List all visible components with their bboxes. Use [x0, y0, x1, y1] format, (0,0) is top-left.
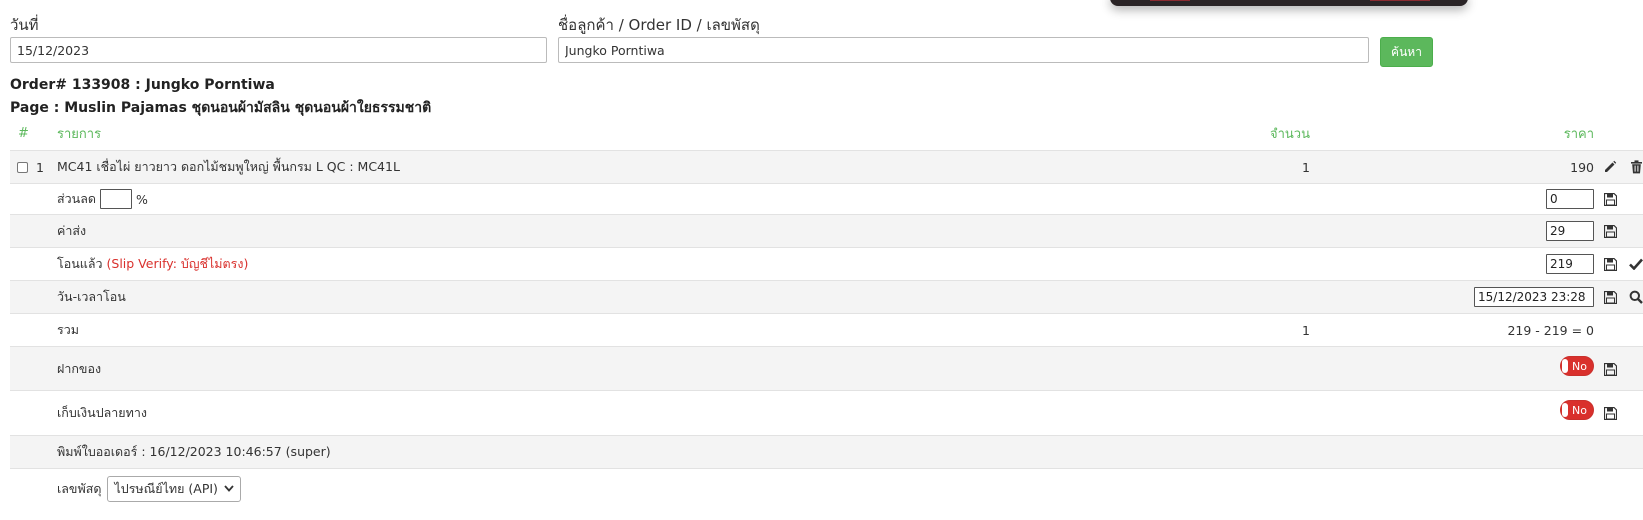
save-icon[interactable]: [1602, 223, 1618, 239]
item-qty: 1: [1302, 159, 1310, 175]
tracking-cell: เลขพัสดุ ไปรษณีย์ไทย (API): [57, 469, 241, 508]
col-price-header: ราคา: [1563, 126, 1594, 142]
transfer-cell: โอนแล้ว (Slip Verify: บัญชีไม่ตรง): [57, 248, 248, 280]
save-icon[interactable]: [1602, 289, 1618, 305]
transfer-time-input[interactable]: [1474, 287, 1594, 307]
search-button[interactable]: ค้นหา: [1380, 37, 1433, 67]
deposit-toggle-text: No: [1572, 359, 1587, 373]
save-icon[interactable]: [1602, 191, 1618, 207]
overlay-thumbnail: [1110, 0, 1468, 6]
table-row-transfer-time: วัน-เวลาโอน: [10, 280, 1643, 313]
chevron-down-icon: [224, 485, 234, 492]
transfer-amount-cell: [1470, 248, 1594, 280]
item-price: 190: [1570, 159, 1594, 175]
discount-amount-input[interactable]: [1546, 189, 1594, 209]
carrier-select[interactable]: ไปรษณีย์ไทย (API): [107, 475, 241, 502]
item-select[interactable]: 1: [17, 151, 44, 183]
table-row-item: 1 MC41 เชื่อไผ่ ยาวยาว ดอกไม้ชมพูใหญ่ พื…: [10, 150, 1643, 183]
transfer-time-label: วัน-เวลาโอน: [57, 289, 126, 304]
table-row-printed: พิมพ์ใบออเดอร์ : 16/12/2023 10:46:57 (su…: [10, 435, 1643, 468]
col-qty-header: จำนวน: [1270, 126, 1310, 142]
overlay-accent: [1370, 0, 1430, 1]
item-checkbox[interactable]: [17, 161, 28, 173]
deposit-label: ฝากของ: [57, 360, 102, 376]
discount-percent-input[interactable]: [99, 189, 132, 209]
discount-cell: ส่วนลด %: [57, 184, 148, 214]
table-row-transfer: โอนแล้ว (Slip Verify: บัญชีไม่ตรง): [10, 247, 1643, 280]
col-item-header: รายการ: [57, 126, 102, 142]
save-icon[interactable]: [1602, 405, 1618, 421]
transfer-time-cell: [1410, 281, 1594, 313]
toggle-knob: [1562, 359, 1568, 373]
table-row-total: รวม 1 219 - 219 = 0: [10, 313, 1643, 346]
cod-toggle[interactable]: No: [1560, 400, 1594, 420]
trash-icon[interactable]: [1628, 159, 1643, 175]
table-row-tracking: เลขพัสดุ ไปรษณีย์ไทย (API): [10, 468, 1643, 508]
date-label: วันที่: [10, 16, 39, 34]
transfer-amount-input[interactable]: [1546, 254, 1594, 274]
slip-verify-note: (Slip Verify: บัญชีไม่ตรง): [106, 256, 249, 271]
table-row-cod: เก็บเงินปลายทาง No: [10, 390, 1643, 435]
date-input[interactable]: [10, 37, 547, 63]
pencil-icon[interactable]: [1602, 159, 1618, 175]
shipping-label: ค่าส่ง: [57, 223, 87, 238]
cod-label: เก็บเงินปลายทาง: [57, 405, 147, 420]
check-icon[interactable]: [1628, 256, 1643, 272]
total-calc: 219 - 219 = 0: [1507, 322, 1594, 338]
transfer-label: โอนแล้ว: [57, 256, 103, 271]
save-icon[interactable]: [1602, 361, 1618, 377]
table-header: # รายการ จำนวน ราคา: [10, 116, 1643, 150]
order-title: Order# 133908 : Jungko Porntiwa: [10, 77, 275, 93]
toggle-knob: [1562, 403, 1568, 417]
save-icon[interactable]: [1602, 256, 1618, 272]
deposit-toggle[interactable]: No: [1560, 356, 1594, 376]
printed-info: พิมพ์ใบออเดอร์ : 16/12/2023 10:46:57 (su…: [57, 444, 331, 459]
table-row-shipping: ค่าส่ง: [10, 214, 1643, 247]
table-row-deposit: ฝากของ No: [10, 346, 1643, 390]
total-qty: 1: [1302, 322, 1310, 338]
shipping-amount-input[interactable]: [1546, 221, 1594, 241]
item-name: MC41 เชื่อไผ่ ยาวยาว ดอกไม้ชมพูใหญ่ พื้น…: [57, 159, 400, 174]
overlay-accent: [1150, 0, 1190, 1]
search-icon[interactable]: [1628, 289, 1643, 305]
table-row-discount: ส่วนลด %: [10, 183, 1643, 214]
search-input[interactable]: [558, 37, 1369, 63]
col-num-header: #: [18, 125, 29, 141]
shipping-amount-cell: [1470, 215, 1594, 247]
carrier-selected: ไปรษณีย์ไทย (API): [114, 480, 218, 496]
discount-label: ส่วนลด: [57, 191, 96, 206]
discount-percent-sign: %: [135, 191, 148, 207]
tracking-label: เลขพัสดุ: [57, 480, 102, 496]
item-number: 1: [36, 159, 44, 175]
total-label: รวม: [57, 322, 79, 337]
discount-amount-cell: [1470, 184, 1594, 214]
query-label: ชื่อลูกค้า / Order ID / เลขพัสดุ: [558, 16, 760, 34]
cod-toggle-text: No: [1572, 403, 1587, 417]
